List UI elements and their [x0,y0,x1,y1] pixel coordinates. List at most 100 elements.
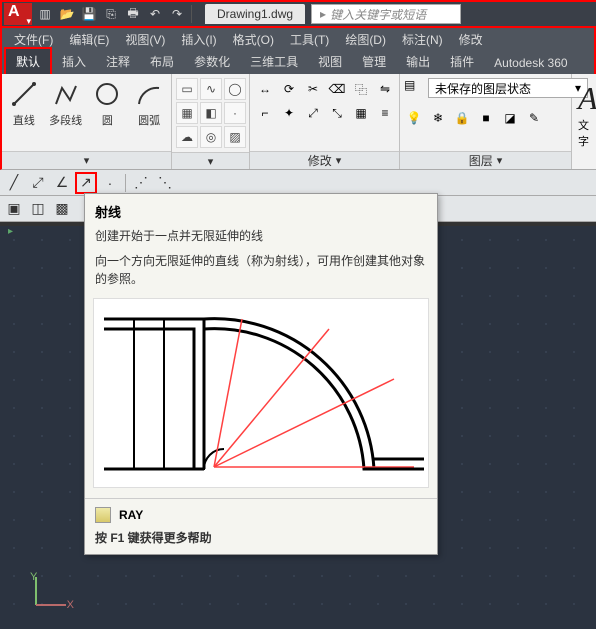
ray-tool-icon[interactable]: ↗ [75,172,97,194]
menu-view[interactable]: 视图(V) [117,28,173,51]
region-icon[interactable]: ◧ [200,102,222,124]
tab-view[interactable]: 视图 [308,49,352,74]
layer-match-icon[interactable]: ✎ [524,108,544,128]
scale-icon[interactable]: ⤡ [326,102,348,124]
donut-icon[interactable]: ◎ [200,126,222,148]
ellipse-icon[interactable]: ◯ [224,78,246,100]
search-input[interactable]: 键入关键字或短语 [311,4,461,24]
construction-tool-icon[interactable]: ⤢ [27,172,49,194]
open-icon[interactable]: 📂 [58,5,76,23]
layer-props-icon[interactable]: ▤ [404,78,424,98]
rotate-icon[interactable]: ⟳ [278,78,300,100]
layer-color-icon[interactable]: ■ [476,108,496,128]
text-icon[interactable]: A [578,80,596,117]
wipeout-icon[interactable]: ▨ [224,126,246,148]
tab-3dtools[interactable]: 三维工具 [240,49,308,74]
modify-panel-footer[interactable]: 修改 ▾ [250,151,399,169]
text-panel: A 文字 注 [572,74,596,169]
menu-modify[interactable]: 修改 [451,28,491,51]
tab-plugins[interactable]: 插件 [440,49,484,74]
menu-insert[interactable]: 插入(I) [173,28,224,51]
redo-icon[interactable]: ↷ [168,5,186,23]
boundary-tool-icon[interactable]: ▩ [51,198,73,220]
divide-tool-icon[interactable]: ⋰ [130,172,152,194]
search-placeholder: 键入关键字或短语 [330,6,426,23]
tab-manage[interactable]: 管理 [352,49,396,74]
line-icon [8,78,40,110]
new-icon[interactable]: ▥ [36,5,54,23]
offset-icon[interactable]: ≡ [374,102,396,124]
tab-parametric[interactable]: 参数化 [184,49,240,74]
tooltip-command-text: RAY [119,508,143,522]
layer-panel: ▤ 未保存的图层状态▾ 💡 ❄ 🔒 ■ ◪ ✎ 图层 ▾ [400,74,572,169]
ribbon: 直线 多段线 圆 圆弧 ▾ ▭ ∿ ◯ ▦ ◧ [0,74,596,170]
arc-icon [133,78,165,110]
xline-tool-icon[interactable]: ╱ [3,172,25,194]
layer-panel-footer[interactable]: 图层 ▾ [400,151,571,169]
draw-panel-footer[interactable]: ▾ [2,151,171,169]
explode-icon[interactable]: ✦ [278,102,300,124]
drawing-tab[interactable]: Drawing1.dwg [205,4,305,24]
undo-icon[interactable]: ↶ [146,5,164,23]
layer-freeze-icon[interactable]: ❄ [428,108,448,128]
tab-insert[interactable]: 插入 [52,49,96,74]
arc-label: 圆弧 [138,112,160,128]
circle-button[interactable]: 圆 [90,78,126,128]
layer-lock-icon[interactable]: 🔒 [452,108,472,128]
tooltip-command: RAY [95,507,427,523]
measure-tool-icon[interactable]: ⋱ [154,172,176,194]
region-tool-icon[interactable]: ◫ [27,198,49,220]
app-logo[interactable] [4,3,32,25]
rect-icon[interactable]: ▭ [176,78,198,100]
circle-label: 圆 [102,112,113,128]
mline-tool-icon[interactable]: ∠ [51,172,73,194]
tab-a360[interactable]: Autodesk 360 [484,52,577,74]
menu-draw[interactable]: 绘图(D) [337,28,394,51]
text-label: 文字 [578,117,596,149]
menu-tools[interactable]: 工具(T) [282,28,337,51]
tooltip-description: 向一个方向无限延伸的直线（称为射线），可用作创建其他对象的参照。 [85,252,437,298]
copy-icon[interactable]: ⿻ [350,78,372,100]
print-icon[interactable]: 🖶 [124,5,142,23]
hatch-icon[interactable]: ▦ [176,102,198,124]
tab-annotate[interactable]: 注释 [96,49,140,74]
menu-dim[interactable]: 标注(N) [394,28,451,51]
layer-state-dropdown[interactable]: 未保存的图层状态▾ [428,78,588,98]
spline-icon[interactable]: ∿ [200,78,222,100]
tab-layout[interactable]: 布局 [140,49,184,74]
mirror-icon[interactable]: ⇋ [374,78,396,100]
stretch-icon[interactable]: ⤢ [302,102,324,124]
layer-iso-icon[interactable]: ◪ [500,108,520,128]
polyline-button[interactable]: 多段线 [48,78,84,128]
menu-format[interactable]: 格式(O) [225,28,282,51]
point-icon[interactable]: · [224,102,246,124]
line-button[interactable]: 直线 [6,78,42,128]
layer-state-label: 未保存的图层状态 [435,80,531,97]
draw-extras-footer[interactable]: ▾ [172,152,249,169]
trim-icon[interactable]: ✂ [302,78,324,100]
tooltip-subtitle: 创建开始于一点并无限延伸的线 [85,223,437,252]
fillet-icon[interactable]: ⌐ [254,102,276,124]
array-icon[interactable]: ▦ [350,102,372,124]
revcloud-icon[interactable]: ☁ [176,126,198,148]
menu-edit[interactable]: 编辑(E) [61,28,117,51]
erase-icon[interactable]: ⌫ [326,78,348,100]
modify-panel: ↔ ⟳ ✂ ⌫ ⿻ ⇋ ⌐ ✦ ⤢ ⤡ ▦ ≡ 修改 ▾ [250,74,400,169]
camera-tool-icon[interactable]: ▣ [3,198,25,220]
saveas-icon[interactable]: ⎘ [102,5,120,23]
polyline-icon [50,78,82,110]
line-label: 直线 [13,112,35,128]
point-tool-icon[interactable]: · [99,172,121,194]
tab-default[interactable]: 默认 [4,47,52,74]
menubar: 文件(F) 编辑(E) 视图(V) 插入(I) 格式(O) 工具(T) 绘图(D… [0,28,596,50]
move-icon[interactable]: ↔ [254,78,276,100]
tooltip-help: 按 F1 键获得更多帮助 [95,529,427,546]
tab-output[interactable]: 输出 [396,49,440,74]
qat-separator [191,5,192,23]
arc-button[interactable]: 圆弧 [131,78,167,128]
layer-on-icon[interactable]: 💡 [404,108,424,128]
title-bar: ▥ 📂 💾 ⎘ 🖶 ↶ ↷ Drawing1.dwg 键入关键字或短语 [0,0,596,28]
draw-extras-panel: ▭ ∿ ◯ ▦ ◧ · ☁ ◎ ▨ ▾ [172,74,250,169]
ucs-icon: Y X [30,571,70,611]
save-icon[interactable]: 💾 [80,5,98,23]
